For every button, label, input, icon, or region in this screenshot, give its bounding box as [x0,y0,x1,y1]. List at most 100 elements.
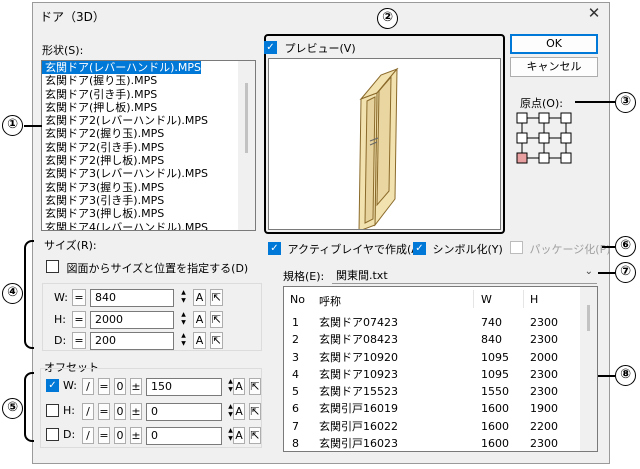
spec-table[interactable]: No 呼称 W H 1 玄関ドア07423 740 2300 2 玄関ドア08423 840… [283,286,598,452]
callout-4-bracket [24,240,34,349]
table-row[interactable]: 6 玄関引戸16019 1600 1900 [284,400,597,417]
chevron-down-icon[interactable]: ⌄ [585,266,593,277]
size-w-a-button[interactable]: A [193,289,206,306]
cell-name: 玄関ドア15523 [319,385,398,399]
offset-h-a-button[interactable]: A [233,403,245,420]
origin-selector[interactable] [515,109,575,167]
size-h-input[interactable]: 2000 [90,311,174,329]
cell-no: 3 [292,350,299,364]
callout-1: ① [2,115,23,136]
offset-d-eq-button[interactable]: = [98,427,110,444]
offset-h-eq-button[interactable]: = [98,403,110,420]
callout-2: ② [377,8,398,29]
shape-list-item[interactable]: 玄関ドア2(握り玉).MPS [42,127,238,140]
preview-label: プレビュー(V) [284,42,356,55]
spec-label: 規格(E): [283,270,325,283]
offset-d-a-button[interactable]: A [233,427,245,444]
table-row[interactable]: 2 玄関ドア08423 840 2300 [284,331,597,348]
offset-w-input[interactable]: 150 [146,378,222,396]
table-body: 1 玄関ドア07423 740 2300 2 玄関ドア08423 840 2300 3 玄関ドア1… [284,314,597,451]
shape-list-item[interactable]: 玄関ドア3(握り玉).MPS [42,181,238,194]
offset-w-pm-button[interactable]: ± [130,378,142,395]
size-d-pick-icon[interactable]: ⇱ [210,332,223,349]
cell-w: 1095 [481,350,509,364]
offset-h-slash-button[interactable]: / [82,403,94,420]
table-row[interactable]: 8 玄関引戸16023 1600 2300 [284,435,597,451]
table-row[interactable]: 1 玄関ドア07423 740 2300 [284,314,597,331]
shape-list-item[interactable]: 玄関ドア3(レバーハンドル).MPS [42,167,238,180]
shape-list-item[interactable]: 玄関ドア4(レバーハンドル).MPS [42,221,238,230]
offset-d-slash-button[interactable]: / [82,427,94,444]
shape-list-item[interactable]: 玄関ドア(引き手).MPS [42,88,238,101]
cell-no: 5 [292,385,299,399]
shape-list-item[interactable]: 玄関ドア2(引き手).MPS [42,141,238,154]
active-layer-checkbox[interactable]: ✓ [268,242,281,255]
offset-h-zero-button[interactable]: 0 [114,403,126,420]
spec-dropdown[interactable]: 関東間.txt ⌄ [332,264,597,284]
offset-h-input[interactable]: 0 [146,403,222,421]
active-layer-row[interactable]: ✓ アクティブレイヤで作成(A) [268,241,423,257]
size-w-spinner[interactable]: ▲ ▼ [178,289,189,306]
offset-d-zero-button[interactable]: 0 [114,427,126,444]
offset-h-pick-icon[interactable]: ⇱ [249,403,261,420]
offset-w-eq-button[interactable]: = [98,378,110,395]
callout-7: ⑦ [615,262,636,283]
from-drawing-row[interactable]: 図面からサイズと位置を指定する(D) [46,260,248,276]
col-header-no: No [290,293,305,306]
offset-w-a-button[interactable]: A [233,378,245,395]
size-w-pick-icon[interactable]: ⇱ [210,289,223,306]
table-row[interactable]: 4 玄関ドア10923 1095 2300 [284,366,597,383]
shape-list-item[interactable]: 玄関ドア3(引き手).MPS [42,194,238,207]
close-icon[interactable]: ✕ [586,4,602,22]
size-d-eq-button[interactable]: = [72,332,86,349]
symbolize-checkbox[interactable]: ✓ [413,242,426,255]
table-scrollbar-thumb[interactable] [587,305,590,331]
offset-w-checkbox[interactable]: ✓ [46,379,59,392]
size-w-input[interactable]: 840 [90,289,174,307]
shape-listbox[interactable]: 玄関ドア(レバーハンドル).MPS 玄関ドア(握り玉).MPS 玄関ドア(引き手).… [41,60,256,231]
offset-h-pm-button[interactable]: ± [130,403,142,420]
offset-w-label: W: [63,379,77,392]
size-d-spinner[interactable]: ▲ ▼ [178,332,189,349]
offset-d-pick-icon[interactable]: ⇱ [249,427,261,444]
size-d-input[interactable]: 200 [90,332,174,350]
size-d-a-button[interactable]: A [193,332,206,349]
table-scrollbar[interactable] [580,287,597,451]
size-h-a-button[interactable]: A [193,311,206,328]
cell-w: 1550 [481,385,509,399]
size-w-eq-button[interactable]: = [72,289,86,306]
shape-list-item[interactable]: 玄関ドア(押し板).MPS [42,101,238,114]
col-divider [473,290,474,308]
shape-list-item[interactable]: 玄関ドア3(押し板).MPS [42,207,238,220]
preview-checkbox-row[interactable]: ✓ プレビュー(V) [264,40,356,56]
preview-checkbox[interactable]: ✓ [264,41,277,54]
offset-d-checkbox[interactable] [46,428,59,441]
shape-scrollbar-thumb[interactable] [245,83,248,153]
size-h-spinner[interactable]: ▲ ▼ [178,311,189,328]
cell-h: 2300 [530,385,558,399]
offset-w-pick-icon[interactable]: ⇱ [249,378,261,395]
shape-scrollbar[interactable] [238,61,255,230]
cell-name: 玄関引戸16022 [319,419,398,433]
cancel-button[interactable]: キャンセル [510,57,598,77]
shape-list-item[interactable]: 玄関ドア(レバーハンドル).MPS [42,61,201,75]
offset-w-slash-button[interactable]: / [82,378,94,395]
shape-list-item[interactable]: 玄関ドア2(レバーハンドル).MPS [42,114,238,127]
shape-list-item[interactable]: 玄関ドア(握り玉).MPS [42,74,238,87]
cell-no: 4 [292,367,299,381]
offset-d-input[interactable]: 0 [146,427,222,445]
table-row[interactable]: 3 玄関ドア10920 1095 2000 [284,349,597,366]
cell-name: 玄関ドア08423 [319,333,398,347]
ok-button[interactable]: OK [510,34,598,54]
offset-d-pm-button[interactable]: ± [130,427,142,444]
table-row[interactable]: 5 玄関ドア15523 1550 2300 [284,383,597,400]
symbolize-row[interactable]: ✓ シンボル化(Y) [413,241,503,257]
shape-list-item[interactable]: 玄関ドア2(押し板).MPS [42,154,238,167]
size-h-eq-button[interactable]: = [72,311,86,328]
offset-w-zero-button[interactable]: 0 [114,378,126,395]
table-row[interactable]: 7 玄関引戸16022 1600 2200 [284,418,597,435]
offset-h-checkbox[interactable] [46,404,59,417]
from-drawing-checkbox[interactable] [46,260,59,273]
callout-6: ⑥ [615,236,636,257]
size-h-pick-icon[interactable]: ⇱ [210,311,223,328]
